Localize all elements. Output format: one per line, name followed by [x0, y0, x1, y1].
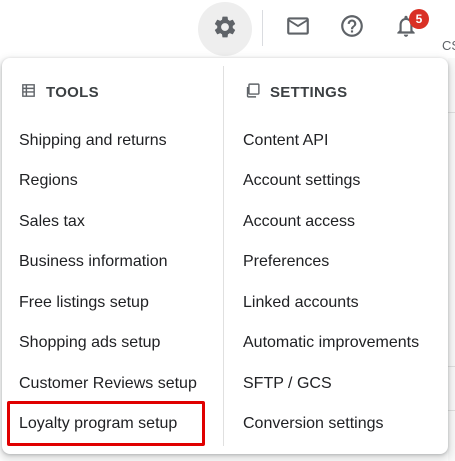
settings-heading-label: SETTINGS	[270, 83, 348, 101]
menu-item-preferences[interactable]: Preferences	[243, 246, 329, 278]
background-edge-text: CS	[442, 38, 455, 53]
menu-item-sftp-gcs[interactable]: SFTP / GCS	[243, 368, 332, 400]
notification-badge: 5	[409, 9, 429, 29]
menu-item-shopping-ads-setup[interactable]: Shopping ads setup	[19, 327, 160, 359]
help-icon	[339, 13, 365, 44]
help-button[interactable]	[338, 14, 366, 42]
menu-item-regions[interactable]: Regions	[19, 165, 78, 197]
menu-item-shipping-and-returns[interactable]: Shipping and returns	[19, 125, 167, 157]
gear-icon	[212, 14, 238, 45]
background-divider	[448, 366, 455, 367]
menu-item-business-information[interactable]: Business information	[19, 246, 168, 278]
menu-item-automatic-improvements[interactable]: Automatic improvements	[243, 327, 419, 359]
menu-item-free-listings-setup[interactable]: Free listings setup	[19, 287, 149, 319]
highlight-box	[7, 401, 205, 446]
menu-item-content-api[interactable]: Content API	[243, 125, 328, 157]
mail-button[interactable]	[284, 14, 312, 42]
toolbar-divider	[262, 10, 263, 46]
copy-icon	[244, 82, 270, 103]
menu-item-conversion-settings[interactable]: Conversion settings	[243, 408, 384, 440]
settings-button[interactable]	[198, 2, 252, 56]
tools-heading: TOOLS	[20, 82, 99, 102]
mail-icon	[285, 13, 311, 44]
settings-dropdown-menu: TOOLS Shipping and returns Regions Sales…	[2, 58, 448, 454]
menu-item-sales-tax[interactable]: Sales tax	[19, 206, 85, 238]
background-divider	[448, 410, 455, 411]
menu-item-account-access[interactable]: Account access	[243, 206, 355, 238]
column-divider	[223, 66, 224, 446]
top-toolbar: 5 CS	[0, 0, 455, 58]
table-icon	[20, 82, 46, 103]
menu-item-linked-accounts[interactable]: Linked accounts	[243, 287, 359, 319]
menu-item-account-settings[interactable]: Account settings	[243, 165, 360, 197]
settings-heading: SETTINGS	[244, 82, 347, 102]
background-page-edge	[448, 58, 455, 461]
tools-heading-label: TOOLS	[46, 83, 99, 101]
background-divider	[448, 112, 455, 113]
menu-item-customer-reviews-setup[interactable]: Customer Reviews setup	[19, 368, 197, 400]
